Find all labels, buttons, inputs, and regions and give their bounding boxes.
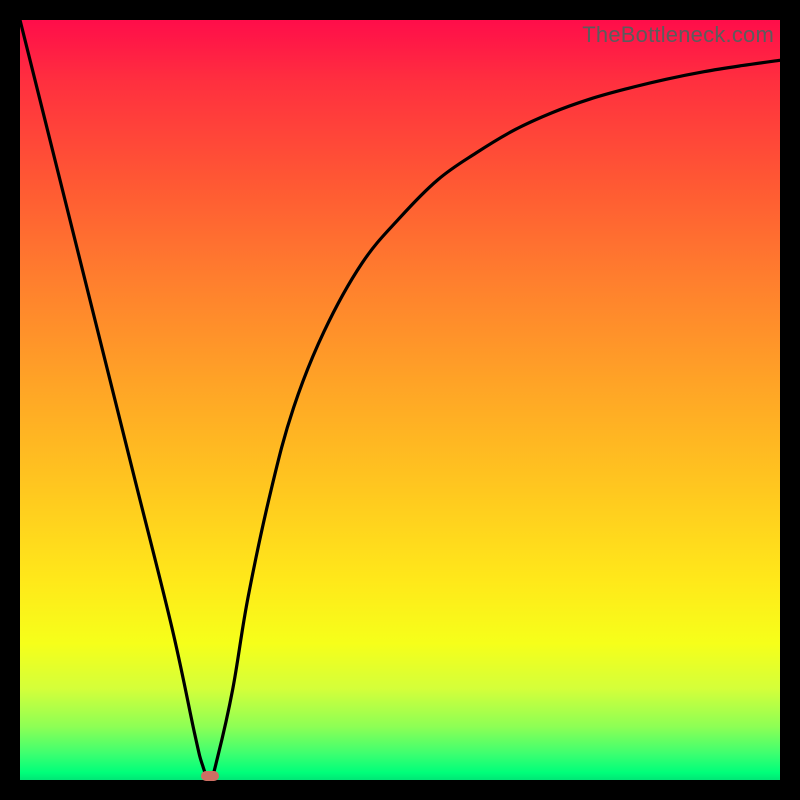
chart-frame: TheBottleneck.com <box>20 20 780 780</box>
curve-path <box>20 20 780 780</box>
bottleneck-curve <box>20 20 780 780</box>
min-marker <box>201 771 219 781</box>
watermark-text: TheBottleneck.com <box>582 22 774 48</box>
